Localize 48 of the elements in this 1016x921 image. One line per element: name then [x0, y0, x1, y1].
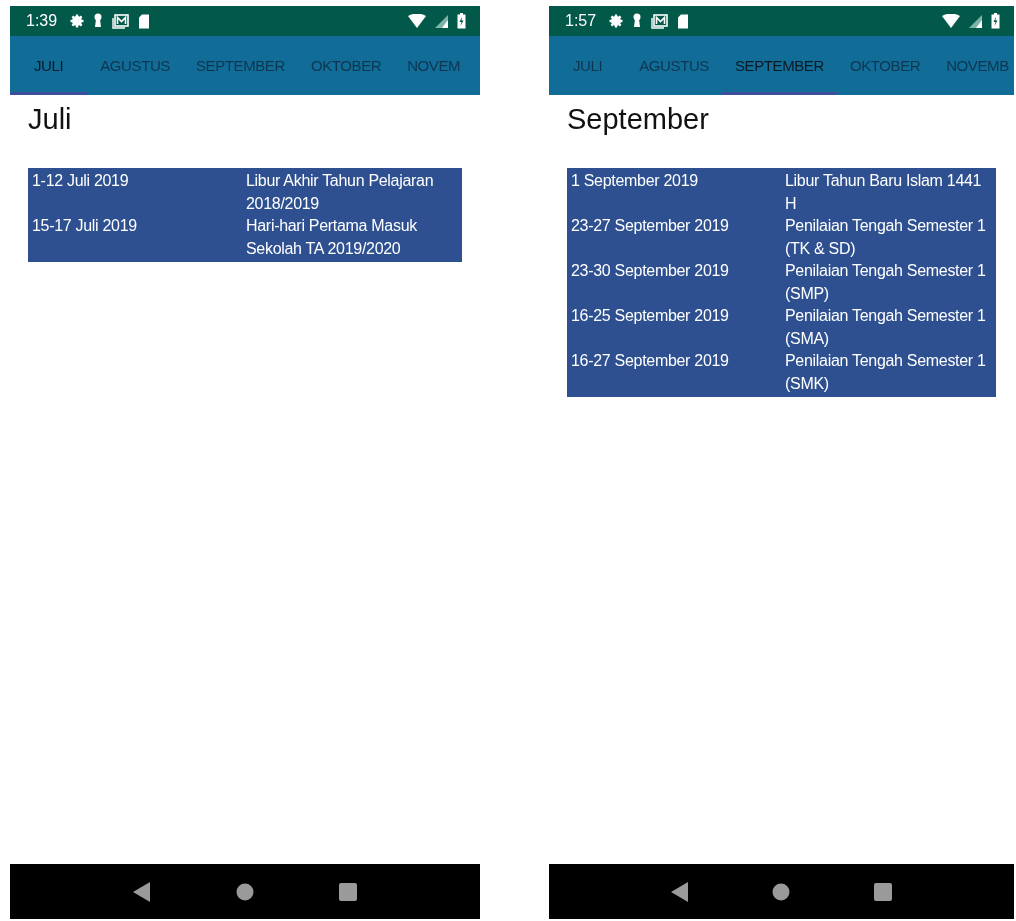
status-time: 1:57	[565, 12, 597, 30]
keyhole-icon	[93, 13, 104, 29]
sd-card-icon	[138, 13, 151, 29]
signal-icon	[435, 14, 448, 28]
event-cell-text: Penilaian Tengah Semester 1 (SMA)	[784, 306, 987, 349]
month-heading: Juli	[28, 103, 73, 136]
back-button[interactable]	[670, 881, 689, 902]
month-tab[interactable]: AGUSTUS	[626, 36, 722, 95]
home-button[interactable]	[772, 882, 791, 901]
month-tab[interactable]: JULI	[10, 36, 88, 95]
date-cell-text: 1 September 2019	[570, 171, 699, 191]
event-cell-text: Libur Tahun Baru Islam 1441 H	[784, 171, 983, 214]
recents-button[interactable]	[339, 882, 358, 901]
event-cell-text: Hari-hari Pertama Masuk Sekolah TA 2019/2020	[245, 216, 418, 259]
month-tab[interactable]: AGUSTUS	[87, 36, 183, 95]
gear-icon	[70, 14, 85, 28]
date-cell-text: 15-17 Juli 2019	[31, 216, 138, 236]
date-cell-text: 23-30 September 2019	[570, 261, 730, 281]
back-button[interactable]	[132, 881, 151, 902]
wifi-icon	[942, 14, 960, 28]
battery-icon	[457, 13, 466, 29]
month-tab[interactable]: JULI	[549, 36, 627, 95]
month-heading: September	[567, 103, 710, 136]
date-cell-text: 16-27 September 2019	[570, 351, 730, 371]
event-cell-text: Penilaian Tengah Semester 1 (SMP)	[784, 261, 987, 304]
month-tab[interactable]: SEPTEMBER	[182, 36, 298, 95]
date-cell-text: 16-25 September 2019	[570, 306, 730, 326]
keyhole-icon	[632, 13, 643, 29]
wifi-icon	[408, 14, 426, 28]
month-tab[interactable]: SEPTEMBER	[721, 36, 837, 95]
status-time: 1:39	[26, 12, 58, 30]
month-tab[interactable]: OKTOBER	[297, 36, 395, 95]
event-cell-text: Penilaian Tengah Semester 1 (TK & SD)	[784, 216, 987, 259]
date-cell-text: 1-12 Juli 2019	[31, 171, 130, 191]
date-cell-text: 23-27 September 2019	[570, 216, 730, 236]
month-tab[interactable]: OKTOBER	[836, 36, 934, 95]
mail-icon	[112, 13, 130, 29]
battery-icon	[991, 13, 1000, 29]
gear-icon	[609, 14, 624, 28]
home-button[interactable]	[236, 882, 254, 901]
event-cell-text: Penilaian Tengah Semester 1 (SMK)	[784, 351, 987, 394]
mail-icon	[651, 13, 669, 29]
recents-button[interactable]	[874, 882, 893, 901]
event-cell-text: Libur Akhir Tahun Pelajaran 2018/2019	[245, 171, 435, 214]
sd-card-icon	[677, 13, 690, 29]
month-tab[interactable]: NOVEM	[394, 36, 461, 95]
month-tab[interactable]: NOVEMB	[933, 36, 1009, 95]
signal-icon	[969, 14, 982, 28]
